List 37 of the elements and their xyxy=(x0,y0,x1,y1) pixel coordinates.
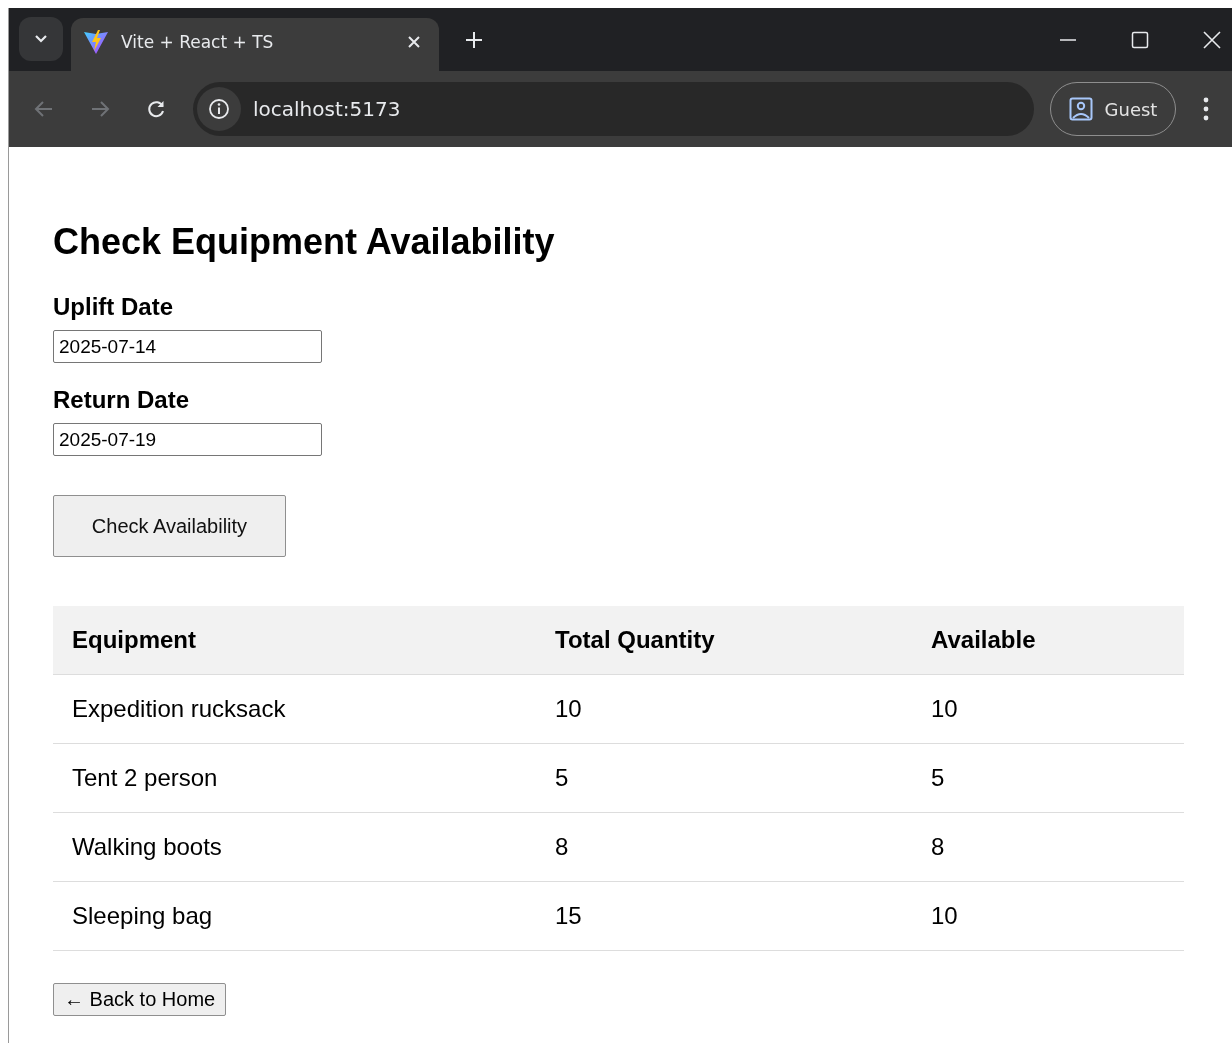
page-title: Check Equipment Availability xyxy=(53,221,556,263)
table-cell: 8 xyxy=(912,812,1184,882)
table-cell: 10 xyxy=(536,674,912,744)
lightning-logo-icon xyxy=(83,28,109,55)
back-to-home-button[interactable]: ← Back to Home xyxy=(53,983,227,1016)
date-field[interactable]: 2025-07-19 xyxy=(53,423,322,456)
reload-icon[interactable] xyxy=(145,98,167,120)
column-header: Total Quantity xyxy=(536,606,912,675)
tab-title: Vite + React + TS xyxy=(121,31,275,52)
more-menu-icon[interactable] xyxy=(1202,96,1210,122)
chevron-down-icon xyxy=(34,33,48,44)
address-bar[interactable]: localhost:5173 xyxy=(193,82,1034,136)
maximize-icon[interactable] xyxy=(1130,29,1150,50)
date-field[interactable]: 2025-07-14 xyxy=(53,330,322,363)
person-icon xyxy=(1068,97,1093,121)
new-tab-icon[interactable] xyxy=(465,30,483,49)
profile-button[interactable]: Guest xyxy=(1050,82,1176,136)
column-header: Available xyxy=(912,606,1184,675)
table-cell: 10 xyxy=(912,881,1184,951)
table-cell: 8 xyxy=(536,812,912,882)
table-cell: Walking boots xyxy=(53,812,536,882)
close-icon[interactable] xyxy=(407,34,421,49)
url-text: localhost:5173 xyxy=(253,97,401,121)
field-label: Return Date xyxy=(53,386,191,414)
field-label: Uplift Date xyxy=(53,293,174,321)
table-cell: Expedition rucksack xyxy=(53,674,536,744)
column-header: Equipment xyxy=(53,606,536,675)
table-cell: Sleeping bag xyxy=(53,881,536,951)
table-cell: 10 xyxy=(912,674,1184,744)
check-availability-button[interactable]: Check Availability xyxy=(53,495,286,557)
table-cell: 5 xyxy=(912,743,1184,813)
info-icon[interactable] xyxy=(208,98,230,120)
table-cell: 5 xyxy=(536,743,912,813)
close-icon[interactable] xyxy=(1202,29,1222,50)
table-cell: 15 xyxy=(536,881,912,951)
table-cell: Tent 2 person xyxy=(53,743,536,813)
browser-tab[interactable]: Vite + React + TS xyxy=(71,18,439,71)
